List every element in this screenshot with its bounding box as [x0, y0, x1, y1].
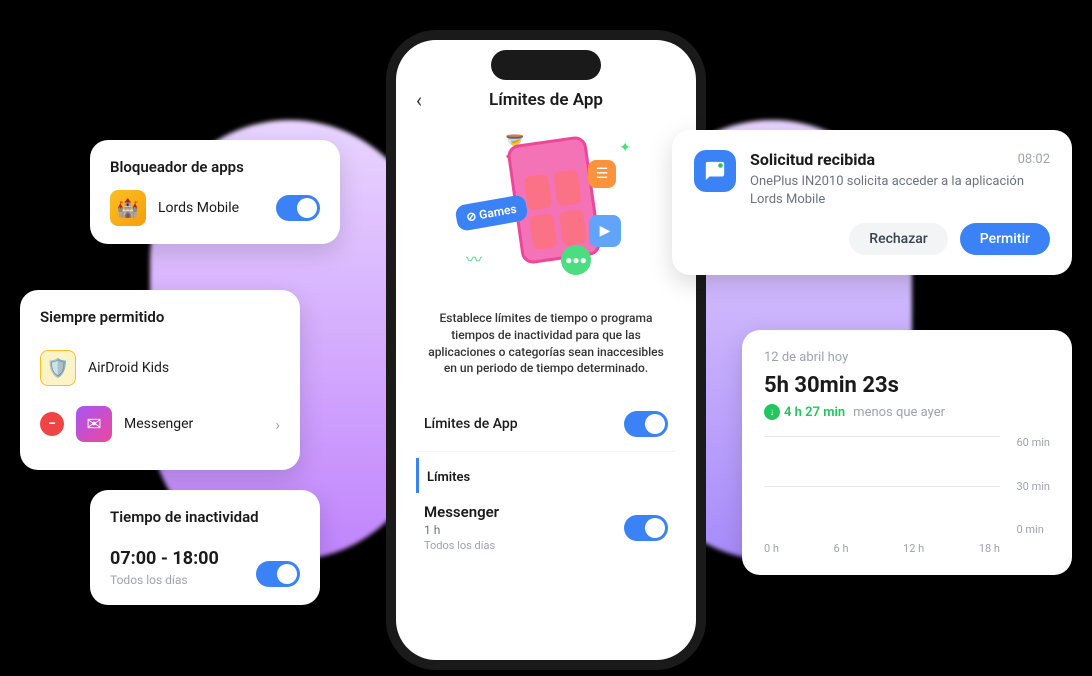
request-title: Solicitud recibida	[750, 150, 875, 169]
downtime-days: Todos los días	[110, 573, 219, 587]
blocker-title: Bloqueador de apps	[110, 158, 320, 176]
phone-notch	[491, 50, 601, 80]
always-item-airdroid[interactable]: 🛡️ AirDroid Kids	[40, 340, 280, 396]
y-tick: 0 min	[1017, 523, 1051, 536]
phone-header: ‹ Límites de App	[416, 90, 676, 110]
stats-date: 12 de abril hoy	[764, 350, 1050, 365]
y-tick: 30 min	[1017, 480, 1051, 493]
phone-title: Límites de App	[489, 90, 603, 110]
y-tick: 60 min	[1017, 436, 1051, 449]
limits-section-label: Límites	[416, 458, 676, 493]
limit-item-toggle[interactable]	[624, 515, 668, 541]
chevron-right-icon: ›	[275, 415, 280, 434]
x-tick: 18 h	[979, 542, 1000, 555]
downtime-card: Tiempo de inactividad 07:00 - 18:00 Todo…	[90, 490, 320, 605]
reject-button[interactable]: Rechazar	[849, 223, 947, 255]
orange-app-icon: ☰	[588, 160, 616, 188]
downtime-toggle[interactable]	[256, 561, 300, 587]
blocker-toggle[interactable]	[276, 195, 320, 221]
app-limits-toggle-row: Límites de App	[416, 397, 676, 452]
allow-button[interactable]: Permitir	[960, 223, 1050, 255]
limit-item-days: Todos los días	[424, 539, 499, 552]
airdroid-icon: 🛡️	[40, 350, 76, 386]
stats-diff-value: 4 h 27 min	[784, 405, 845, 420]
downtime-range: 07:00 - 18:00	[110, 548, 219, 569]
stats-diff: ↓ 4 h 27 min menos que ayer	[764, 404, 1050, 420]
down-arrow-icon: ↓	[764, 404, 780, 420]
squiggle-icon: 〰	[466, 246, 482, 270]
lords-mobile-icon: 🏰	[110, 190, 146, 226]
phone-illustration: ⏳ ✦ Games ☰ ▶ ●●● 〰	[446, 130, 646, 290]
x-tick: 6 h	[834, 542, 849, 555]
blocker-card: Bloqueador de apps 🏰 Lords Mobile	[90, 140, 340, 244]
remove-icon[interactable]: −	[40, 412, 64, 436]
always-app-name: Messenger	[124, 416, 263, 432]
request-icon	[694, 150, 736, 192]
always-title: Siempre permitido	[40, 308, 280, 326]
limit-item-duration: 1 h	[424, 523, 499, 537]
always-allowed-card: Siempre permitido 🛡️ AirDroid Kids − ✉ M…	[20, 290, 300, 470]
stats-total: 5h 30min 23s	[764, 373, 1050, 398]
blue-app-icon: ▶	[589, 215, 621, 247]
request-card: Solicitud recibida 08:02 OnePlus IN2010 …	[672, 130, 1072, 275]
limit-item-messenger[interactable]: Messenger 1 h Todos los días	[416, 493, 676, 562]
x-tick: 0 h	[764, 542, 779, 555]
request-description: OnePlus IN2010 solicita acceder a la apl…	[750, 173, 1050, 209]
downtime-title: Tiempo de inactividad	[110, 508, 300, 526]
phone-description: Establece límites de tiempo o programa t…	[416, 310, 676, 377]
x-tick: 12 h	[903, 542, 924, 555]
stats-card: 12 de abril hoy 5h 30min 23s ↓ 4 h 27 min…	[742, 330, 1072, 575]
app-limits-toggle[interactable]	[624, 411, 668, 437]
phone-mockup: ‹ Límites de App ⏳ ✦ Games ☰ ▶ ●●● 〰 Est…	[386, 30, 706, 670]
app-limits-label: Límites de App	[424, 416, 518, 432]
usage-chart: 60 min 30 min 0 min	[764, 436, 1050, 536]
always-item-messenger[interactable]: − ✉ Messenger ›	[40, 396, 280, 452]
message-icon: ●●●	[561, 245, 591, 275]
limit-item-name: Messenger	[424, 503, 499, 521]
messenger-icon: ✉	[76, 406, 112, 442]
blocker-app-name: Lords Mobile	[158, 200, 264, 216]
sparkle-icon: ✦	[619, 140, 631, 156]
stats-diff-label: menos que ayer	[853, 405, 945, 420]
always-app-name: AirDroid Kids	[88, 360, 280, 376]
back-icon[interactable]: ‹	[416, 88, 422, 112]
request-time: 08:02	[1018, 152, 1050, 167]
blocker-row: 🏰 Lords Mobile	[110, 190, 320, 226]
